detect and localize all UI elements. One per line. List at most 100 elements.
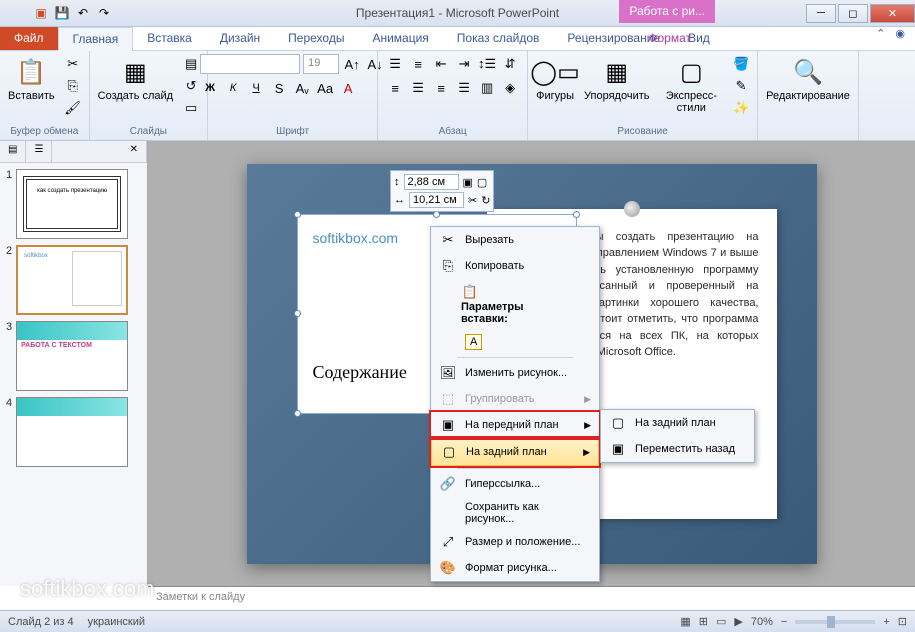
bring-front-icon: ▣	[439, 416, 457, 434]
thumbnail-2[interactable]: 2 softikbox	[6, 245, 141, 315]
send-back-icon: ▢	[440, 443, 458, 461]
view-slideshow-icon[interactable]: ▶	[734, 615, 742, 628]
tab-design[interactable]: Дизайн	[206, 27, 274, 50]
view-reading-icon[interactable]: ▭	[716, 615, 726, 628]
group-editing: 🔍 Редактирование	[758, 51, 859, 140]
ctx-save-picture[interactable]: Сохранить как рисунок...	[431, 497, 599, 529]
section-icon[interactable]: ▭	[181, 98, 201, 118]
minimize-button[interactable]: ─	[806, 4, 836, 23]
editing-button[interactable]: 🔍 Редактирование	[764, 54, 852, 104]
underline-icon[interactable]: Ч	[246, 78, 266, 98]
justify-icon[interactable]: ☰	[454, 78, 474, 98]
styles-button[interactable]: ▢ Экспресс-стили	[658, 54, 726, 116]
sub-send-back[interactable]: ▢На задний план	[601, 410, 754, 436]
tab-transitions[interactable]: Переходы	[274, 27, 358, 50]
zoom-in-icon[interactable]: +	[883, 616, 889, 628]
outline-icon[interactable]: ✎	[731, 76, 751, 96]
fill-icon[interactable]: 🪣	[731, 54, 751, 74]
width-icon: ↔	[394, 194, 405, 206]
numbering-icon[interactable]: ≡	[408, 54, 428, 74]
copy-icon[interactable]: ⎘	[63, 76, 83, 96]
crop-icon[interactable]: ✂	[468, 194, 477, 207]
save-icon[interactable]: 💾	[53, 4, 71, 22]
columns-icon[interactable]: ▥	[477, 78, 497, 98]
ctx-format-picture[interactable]: 🎨Формат рисунка...	[431, 555, 599, 581]
tab-format[interactable]: Формат	[634, 27, 705, 49]
italic-icon[interactable]: К	[223, 78, 243, 98]
height-input[interactable]	[404, 174, 459, 190]
indent-right-icon[interactable]: ⇥	[454, 54, 474, 74]
thumbnail-1[interactable]: 1 как создать презентацию	[6, 169, 141, 239]
effects-icon[interactable]: ✨	[731, 98, 751, 118]
format-painter-icon[interactable]: 🖌	[63, 98, 83, 118]
tab-slideshow[interactable]: Показ слайдов	[443, 27, 554, 50]
tab-animations[interactable]: Анимация	[358, 27, 442, 50]
close-button[interactable]: ✕	[870, 4, 915, 23]
align-right-icon[interactable]: ≡	[431, 78, 451, 98]
minimize-ribbon-icon[interactable]: ⌃	[876, 27, 885, 40]
ctx-hyperlink[interactable]: 🔗Гиперссылка...	[431, 471, 599, 497]
align-center-icon[interactable]: ☰	[408, 78, 428, 98]
ctx-cut[interactable]: ✂Вырезать	[431, 227, 599, 253]
panel-tab-slides[interactable]: ▤	[0, 141, 26, 162]
cut-icon[interactable]: ✂	[63, 54, 83, 74]
panel-close-icon[interactable]: ✕	[122, 141, 147, 162]
smartart-icon[interactable]: ◈	[500, 78, 520, 98]
bring-forward-icon[interactable]: ▣	[463, 176, 473, 189]
thumbnail-4[interactable]: 4	[6, 397, 141, 467]
ribbon-tabs: Файл Главная Вставка Дизайн Переходы Ани…	[0, 27, 915, 51]
undo-icon[interactable]: ↶	[74, 4, 92, 22]
shapes-button[interactable]: ◯▭ Фигуры	[534, 54, 576, 104]
width-input[interactable]	[409, 192, 464, 208]
ctx-change-picture[interactable]: 🖼Изменить рисунок...	[431, 360, 599, 386]
redo-icon[interactable]: ↷	[95, 4, 113, 22]
font-family-input[interactable]	[200, 54, 300, 74]
zoom-out-icon[interactable]: −	[781, 616, 787, 628]
ctx-group: ⬚Группировать▶	[431, 386, 599, 412]
fit-icon[interactable]: ⊡	[898, 615, 907, 628]
grow-font-icon[interactable]: A↑	[342, 54, 362, 74]
arrange-button[interactable]: ▦ Упорядочить	[582, 54, 651, 104]
ctx-paste-option-a[interactable]: A	[431, 329, 599, 355]
shadow-icon[interactable]: Aᵥ	[292, 78, 312, 98]
view-normal-icon[interactable]: ▦	[680, 615, 690, 628]
status-bar: Слайд 2 из 4 украинский ▦ ⊞ ▭ ▶ 70% − + …	[0, 610, 915, 632]
indent-left-icon[interactable]: ⇤	[431, 54, 451, 74]
maximize-button[interactable]: ◻	[838, 4, 868, 23]
tab-home[interactable]: Главная	[58, 27, 134, 51]
ctx-copy[interactable]: ⎘Копировать	[431, 253, 599, 279]
floating-size-toolbar[interactable]: ↕ ▣ ▢ ↔ ✂ ↻	[390, 170, 494, 212]
line-spacing-icon[interactable]: ↕☰	[477, 54, 497, 74]
zoom-level[interactable]: 70%	[751, 616, 773, 628]
strike-icon[interactable]: S	[269, 78, 289, 98]
view-sorter-icon[interactable]: ⊞	[699, 615, 708, 628]
ctx-size-position[interactable]: ⤢Размер и положение...	[431, 529, 599, 555]
rotate-icon[interactable]: ↻	[481, 194, 490, 207]
sub-send-backward[interactable]: ▣Переместить назад	[601, 436, 754, 462]
font-color-icon[interactable]: A	[338, 78, 358, 98]
copy-icon: ⎘	[439, 257, 457, 275]
zoom-slider[interactable]	[795, 620, 875, 624]
app-icon[interactable]: ▣	[32, 4, 50, 22]
align-left-icon[interactable]: ≡	[385, 78, 405, 98]
bullets-icon[interactable]: ☰	[385, 54, 405, 74]
help-icon[interactable]: ◉	[895, 27, 905, 40]
char-spacing-icon[interactable]: Aa	[315, 78, 335, 98]
contextual-tab[interactable]: Работа с ри...	[619, 0, 715, 23]
panel-tab-outline[interactable]: ☰	[26, 141, 52, 162]
language-indicator[interactable]: украинский	[88, 616, 145, 628]
notes-pane[interactable]: Заметки к слайду	[148, 586, 915, 610]
reset-icon[interactable]: ↺	[181, 76, 201, 96]
new-slide-button[interactable]: ▦ Создать слайд	[96, 54, 175, 104]
layout-icon[interactable]: ▤	[181, 54, 201, 74]
font-size-input[interactable]: 19	[303, 54, 339, 74]
thumbnail-3[interactable]: 3 РАБОТА С ТЕКСТОМ	[6, 321, 141, 391]
tab-insert[interactable]: Вставка	[133, 27, 206, 50]
tab-file[interactable]: Файл	[0, 27, 58, 50]
text-direction-icon[interactable]: ⇵	[500, 54, 520, 74]
ctx-send-back[interactable]: ▢На задний план▶	[431, 438, 599, 466]
bold-icon[interactable]: Ж	[200, 78, 220, 98]
ctx-bring-front[interactable]: ▣На передний план▶	[431, 412, 599, 438]
send-backward-icon[interactable]: ▢	[477, 176, 487, 189]
paste-button[interactable]: 📋 Вставить	[6, 54, 57, 104]
